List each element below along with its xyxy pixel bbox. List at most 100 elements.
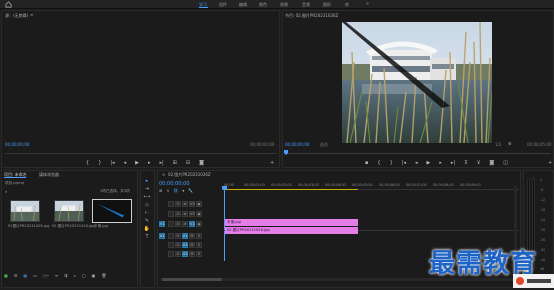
- timeline-timecode[interactable]: 00;00;00;00: [159, 181, 190, 187]
- pen-tool-icon[interactable]: ✎: [143, 218, 151, 224]
- type-tool-icon[interactable]: T: [143, 234, 151, 240]
- snap-icon[interactable]: ∩: [166, 188, 169, 194]
- media-browser-tab[interactable]: 媒体浏览器: [39, 172, 59, 178]
- zoom-slider-icon[interactable]: ○─: [43, 273, 49, 279]
- play-icon[interactable]: ▶: [426, 160, 430, 167]
- source-timecode[interactable]: 00;00;00;00: [5, 142, 29, 147]
- icon-view-icon[interactable]: ▦: [23, 273, 27, 279]
- workspace-tab-libraries[interactable]: 库: [345, 2, 349, 8]
- track-target-v1[interactable]: [168, 221, 174, 227]
- timeline-settings-icon[interactable]: 🔧: [188, 188, 193, 194]
- step-back-icon[interactable]: ◂: [124, 160, 127, 167]
- track-name-v1[interactable]: V1: [189, 221, 195, 227]
- track-eye-icon[interactable]: ◉: [196, 221, 202, 227]
- track-name-a3[interactable]: A3: [182, 251, 188, 257]
- mark-out-icon[interactable]: }: [98, 160, 101, 167]
- add-marker-icon[interactable]: ▾: [182, 188, 184, 194]
- track-solo-icon[interactable]: S: [196, 242, 202, 248]
- new-item-icon[interactable]: ▣: [92, 273, 96, 279]
- program-zoom-select[interactable]: 1/2: [495, 142, 501, 147]
- track-target-v3[interactable]: [168, 201, 174, 207]
- workspace-tab-graphics[interactable]: 图形: [323, 2, 331, 8]
- source-title[interactable]: 源：(无剪辑): [5, 13, 28, 19]
- track-lock-icon[interactable]: ⊡: [175, 211, 181, 217]
- workspace-tab-effects[interactable]: 效果: [280, 2, 288, 8]
- selection-tool-icon[interactable]: ▸: [143, 178, 151, 184]
- new-bin-icon[interactable]: ▢: [82, 273, 86, 279]
- trash-icon[interactable]: 🗑: [101, 273, 106, 279]
- track-solo-icon[interactable]: S: [196, 233, 202, 239]
- ripple-edit-tool-icon[interactable]: ⟷: [143, 194, 151, 200]
- track-select-tool-icon[interactable]: ⇥: [143, 186, 151, 192]
- settings-wrench-icon[interactable]: ⚙: [508, 141, 512, 146]
- timeline-sequence-tab[interactable]: 02.图片PR20231026Z: [168, 172, 211, 178]
- track-name-v3[interactable]: V3: [189, 201, 195, 207]
- go-to-in-icon[interactable]: |◂: [110, 160, 114, 167]
- razor-tool-icon[interactable]: ◇: [143, 202, 151, 208]
- mark-out-icon[interactable]: }: [390, 160, 393, 167]
- workspace-tab-color[interactable]: 颜色: [259, 2, 267, 8]
- track-eye-icon[interactable]: ◉: [196, 201, 202, 207]
- mark-in-icon[interactable]: {: [377, 160, 380, 167]
- freeform-view-icon[interactable]: ▭: [33, 273, 37, 279]
- timeline-close-icon[interactable]: ×: [162, 172, 165, 177]
- track-target-a1[interactable]: [168, 233, 174, 239]
- timeline-clip-v1[interactable]: 02.图片PR20231026.jpg: [225, 227, 358, 234]
- track-lock-icon[interactable]: ⊡: [175, 233, 181, 239]
- hand-tool-icon[interactable]: ✋: [143, 226, 151, 232]
- project-thumb-1[interactable]: [10, 200, 40, 222]
- track-mute-icon[interactable]: M: [189, 251, 195, 257]
- workspace-tab-audio[interactable]: 音频: [302, 2, 310, 8]
- workspace-tab-assembly[interactable]: 组件: [219, 2, 227, 8]
- track-target-a3[interactable]: [168, 251, 174, 257]
- automate-icon[interactable]: ⇶: [64, 273, 67, 279]
- linked-selection-icon[interactable]: ⛓: [173, 188, 178, 194]
- insert-icon[interactable]: ⊞: [173, 160, 177, 167]
- extract-icon[interactable]: ⊻: [477, 160, 481, 167]
- track-name-a2[interactable]: A2: [182, 242, 188, 248]
- program-playhead[interactable]: [284, 150, 288, 155]
- track-sync-icon[interactable]: ⇄: [182, 211, 188, 217]
- track-eye-icon[interactable]: ◉: [196, 211, 202, 217]
- track-name-a1[interactable]: A1: [182, 233, 188, 239]
- slip-tool-icon[interactable]: ⊢: [143, 210, 151, 216]
- play-icon[interactable]: ▶: [135, 160, 139, 167]
- list-view-icon[interactable]: ☰: [14, 273, 18, 279]
- timeline-scroll-thumb[interactable]: [162, 278, 222, 281]
- program-timecode[interactable]: 00;00;00;00: [285, 142, 309, 147]
- lock-icon[interactable]: ■: [4, 273, 8, 279]
- export-frame-icon[interactable]: ◙: [489, 160, 494, 167]
- nest-icon[interactable]: ⊞: [159, 188, 162, 194]
- source-add-button[interactable]: +: [270, 160, 274, 166]
- track-name-v2[interactable]: V2: [189, 211, 195, 217]
- program-title[interactable]: 节目: 02.图片PR20231026Z: [285, 13, 338, 19]
- home-icon[interactable]: [5, 1, 12, 8]
- search-icon[interactable]: ⌕: [5, 189, 7, 194]
- overwrite-icon[interactable]: ⊟: [186, 160, 190, 167]
- go-to-in-icon[interactable]: |◂: [402, 160, 406, 167]
- program-scrub-bar[interactable]: [285, 153, 551, 154]
- source-scrub-bar[interactable]: [5, 153, 277, 154]
- project-thumb-3[interactable]: [92, 199, 132, 223]
- source-menu-icon[interactable]: ≡: [30, 12, 33, 17]
- track-sync-icon[interactable]: ⇄: [182, 201, 188, 207]
- step-forward-icon[interactable]: ▸: [148, 160, 151, 167]
- compare-icon[interactable]: ◫: [503, 160, 508, 167]
- step-back-icon[interactable]: ◂: [415, 160, 418, 167]
- workspace-more-button[interactable]: »: [366, 1, 369, 7]
- track-lock-icon[interactable]: ⊡: [175, 242, 181, 248]
- timeline-clip-v2[interactable]: 半鬼.jpg: [225, 219, 358, 226]
- track-target-v2[interactable]: [168, 211, 174, 217]
- track-mute-icon[interactable]: M: [189, 242, 195, 248]
- go-to-out-icon[interactable]: ▸|: [451, 160, 455, 167]
- mark-in-icon[interactable]: {: [86, 160, 89, 167]
- export-frame-icon[interactable]: ◙: [199, 160, 204, 167]
- track-lock-icon[interactable]: ⊡: [175, 221, 181, 227]
- lift-icon[interactable]: ⊼: [464, 160, 468, 167]
- find-icon[interactable]: ⌕: [74, 273, 76, 279]
- workspace-tab-editing[interactable]: 编辑: [239, 2, 247, 8]
- project-thumb-2[interactable]: [54, 200, 84, 222]
- source-patch-v1[interactable]: V1: [159, 221, 165, 227]
- track-sync-icon[interactable]: ⇄: [182, 221, 188, 227]
- sort-icon[interactable]: ≡: [55, 273, 58, 279]
